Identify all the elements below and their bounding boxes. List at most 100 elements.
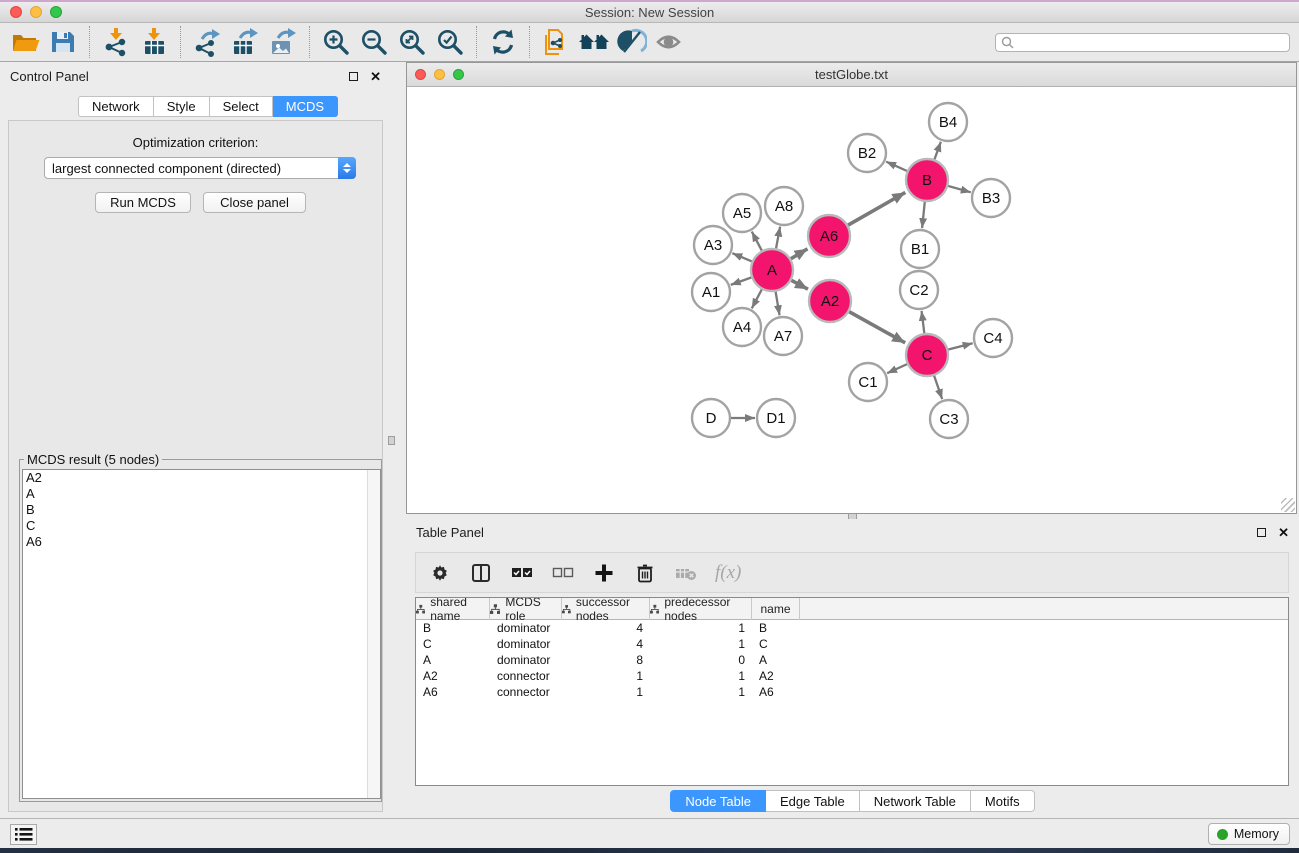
- zoom-selected-icon: [435, 27, 465, 57]
- graph-node-B[interactable]: B: [906, 159, 948, 201]
- main-toolbar: [0, 23, 1299, 62]
- tab-edge-table[interactable]: Edge Table: [766, 790, 860, 812]
- refresh-button[interactable]: [484, 25, 522, 59]
- column-header-shared-name[interactable]: shared name: [416, 598, 490, 620]
- graph-node-C3[interactable]: C3: [930, 400, 968, 438]
- zoom-out-button[interactable]: [355, 25, 393, 59]
- search-input[interactable]: [1014, 35, 1284, 49]
- graph-node-D1[interactable]: D1: [757, 399, 795, 437]
- task-history-button[interactable]: [10, 824, 37, 845]
- show-graphics-details-button[interactable]: [651, 25, 689, 59]
- run-mcds-button[interactable]: Run MCDS: [95, 192, 191, 213]
- float-panel-icon[interactable]: [349, 72, 358, 81]
- graph-node-C4[interactable]: C4: [974, 319, 1012, 357]
- tab-style[interactable]: Style: [154, 96, 210, 117]
- graph-node-label: B: [922, 172, 932, 189]
- import-table-button[interactable]: [135, 25, 173, 59]
- import-network-button[interactable]: [97, 25, 135, 59]
- graph-node-C1[interactable]: C1: [849, 363, 887, 401]
- tab-motifs[interactable]: Motifs: [971, 790, 1035, 812]
- graph-node-D[interactable]: D: [692, 399, 730, 437]
- show-columns-button[interactable]: [469, 561, 493, 585]
- clear-table-button[interactable]: [674, 561, 698, 585]
- close-panel-button[interactable]: Close panel: [203, 192, 306, 213]
- tab-network[interactable]: Network: [78, 96, 154, 117]
- mcds-result-item[interactable]: A2: [23, 470, 380, 486]
- function-builder-icon: f(x): [715, 562, 741, 584]
- column-header-predecessor-nodes[interactable]: predecessor nodes: [650, 598, 752, 620]
- memory-status-icon: [1217, 829, 1228, 840]
- network-snapshot-button[interactable]: [537, 25, 575, 59]
- table-row[interactable]: A6connector11A6: [416, 684, 1288, 700]
- graph-node-B1[interactable]: B1: [901, 230, 939, 268]
- graph-node-label: C: [922, 347, 933, 364]
- tab-mcds[interactable]: MCDS: [273, 96, 338, 117]
- select-all-button[interactable]: [510, 561, 534, 585]
- desktop-strip-bottom: [0, 848, 1299, 853]
- table-cell: dominator: [490, 620, 562, 636]
- home-button[interactable]: [575, 25, 613, 59]
- zoom-fit-button[interactable]: [393, 25, 431, 59]
- memory-button[interactable]: Memory: [1208, 823, 1290, 845]
- graph-node-A6[interactable]: A6: [808, 215, 850, 257]
- close-panel-icon[interactable]: ✕: [370, 70, 381, 83]
- table-row[interactable]: Adominator80A: [416, 652, 1288, 668]
- mcds-result-item[interactable]: A: [23, 486, 380, 502]
- tab-network-table[interactable]: Network Table: [860, 790, 971, 812]
- graph-node-A[interactable]: A: [751, 249, 793, 291]
- mcds-result-scrollbar[interactable]: [367, 470, 380, 798]
- splitpane-grip-vertical[interactable]: [388, 436, 395, 445]
- resize-grip-icon[interactable]: [1281, 498, 1295, 512]
- graph-node-C2[interactable]: C2: [900, 271, 938, 309]
- hide-graphics-details-button[interactable]: [613, 25, 651, 59]
- column-tree-icon: [650, 604, 659, 615]
- close-table-panel-icon[interactable]: ✕: [1278, 526, 1289, 539]
- graph-node-A7[interactable]: A7: [764, 317, 802, 355]
- table-row[interactable]: Bdominator41B: [416, 620, 1288, 636]
- mcds-result-item[interactable]: B: [23, 502, 380, 518]
- column-header-MCDS-role[interactable]: MCDS role: [490, 598, 562, 620]
- settings-gear-button[interactable]: [428, 561, 452, 585]
- graph-node-label: B2: [858, 145, 876, 162]
- save-session-button[interactable]: [44, 25, 82, 59]
- function-builder-button[interactable]: f(x): [715, 561, 741, 585]
- deselect-all-icon: [551, 562, 575, 584]
- graph-node-A8[interactable]: A8: [765, 187, 803, 225]
- network-graph[interactable]: A A1 A2 A3 A4 A5 A6 A7 A8 B B1 B2 B3B4 C C1 C2 C3 C4 D D1: [407, 87, 1296, 513]
- zoom-out-icon: [359, 27, 389, 57]
- zoom-in-button[interactable]: [317, 25, 355, 59]
- graph-node-A4[interactable]: A4: [723, 308, 761, 346]
- mcds-result-list[interactable]: A2ABCA6: [22, 469, 381, 799]
- column-header-successor-nodes[interactable]: successor nodes: [562, 598, 650, 620]
- delete-column-button[interactable]: [633, 561, 657, 585]
- export-image-button[interactable]: [264, 25, 302, 59]
- table-row[interactable]: A2connector11A2: [416, 668, 1288, 684]
- mcds-result-item[interactable]: A6: [23, 534, 380, 550]
- tab-select[interactable]: Select: [210, 96, 273, 117]
- network-canvas[interactable]: A A1 A2 A3 A4 A5 A6 A7 A8 B B1 B2 B3B4 C C1 C2 C3 C4 D D1: [407, 87, 1296, 513]
- graph-node-label: A3: [704, 237, 722, 254]
- graph-node-B4[interactable]: B4: [929, 103, 967, 141]
- table-cell: connector: [490, 684, 562, 700]
- add-column-button[interactable]: [592, 561, 616, 585]
- graph-node-A1[interactable]: A1: [692, 273, 730, 311]
- table-row[interactable]: Cdominator41C: [416, 636, 1288, 652]
- graph-node-B2[interactable]: B2: [848, 134, 886, 172]
- save-session-icon: [48, 27, 78, 57]
- float-table-panel-icon[interactable]: [1257, 528, 1266, 537]
- graph-node-B3[interactable]: B3: [972, 179, 1010, 217]
- mcds-result-item[interactable]: C: [23, 518, 380, 534]
- column-header-name[interactable]: name: [752, 598, 800, 620]
- graph-node-A2[interactable]: A2: [809, 280, 851, 322]
- graph-node-C[interactable]: C: [906, 334, 948, 376]
- criterion-select[interactable]: largest connected component (directed): [44, 157, 356, 179]
- export-network-button[interactable]: [188, 25, 226, 59]
- open-session-button[interactable]: [6, 25, 44, 59]
- export-table-button[interactable]: [226, 25, 264, 59]
- zoom-selected-button[interactable]: [431, 25, 469, 59]
- graph-node-A3[interactable]: A3: [694, 226, 732, 264]
- graph-node-A5[interactable]: A5: [723, 194, 761, 232]
- deselect-all-button[interactable]: [551, 561, 575, 585]
- tab-node-table[interactable]: Node Table: [670, 790, 766, 812]
- graph-node-label: A7: [774, 328, 792, 345]
